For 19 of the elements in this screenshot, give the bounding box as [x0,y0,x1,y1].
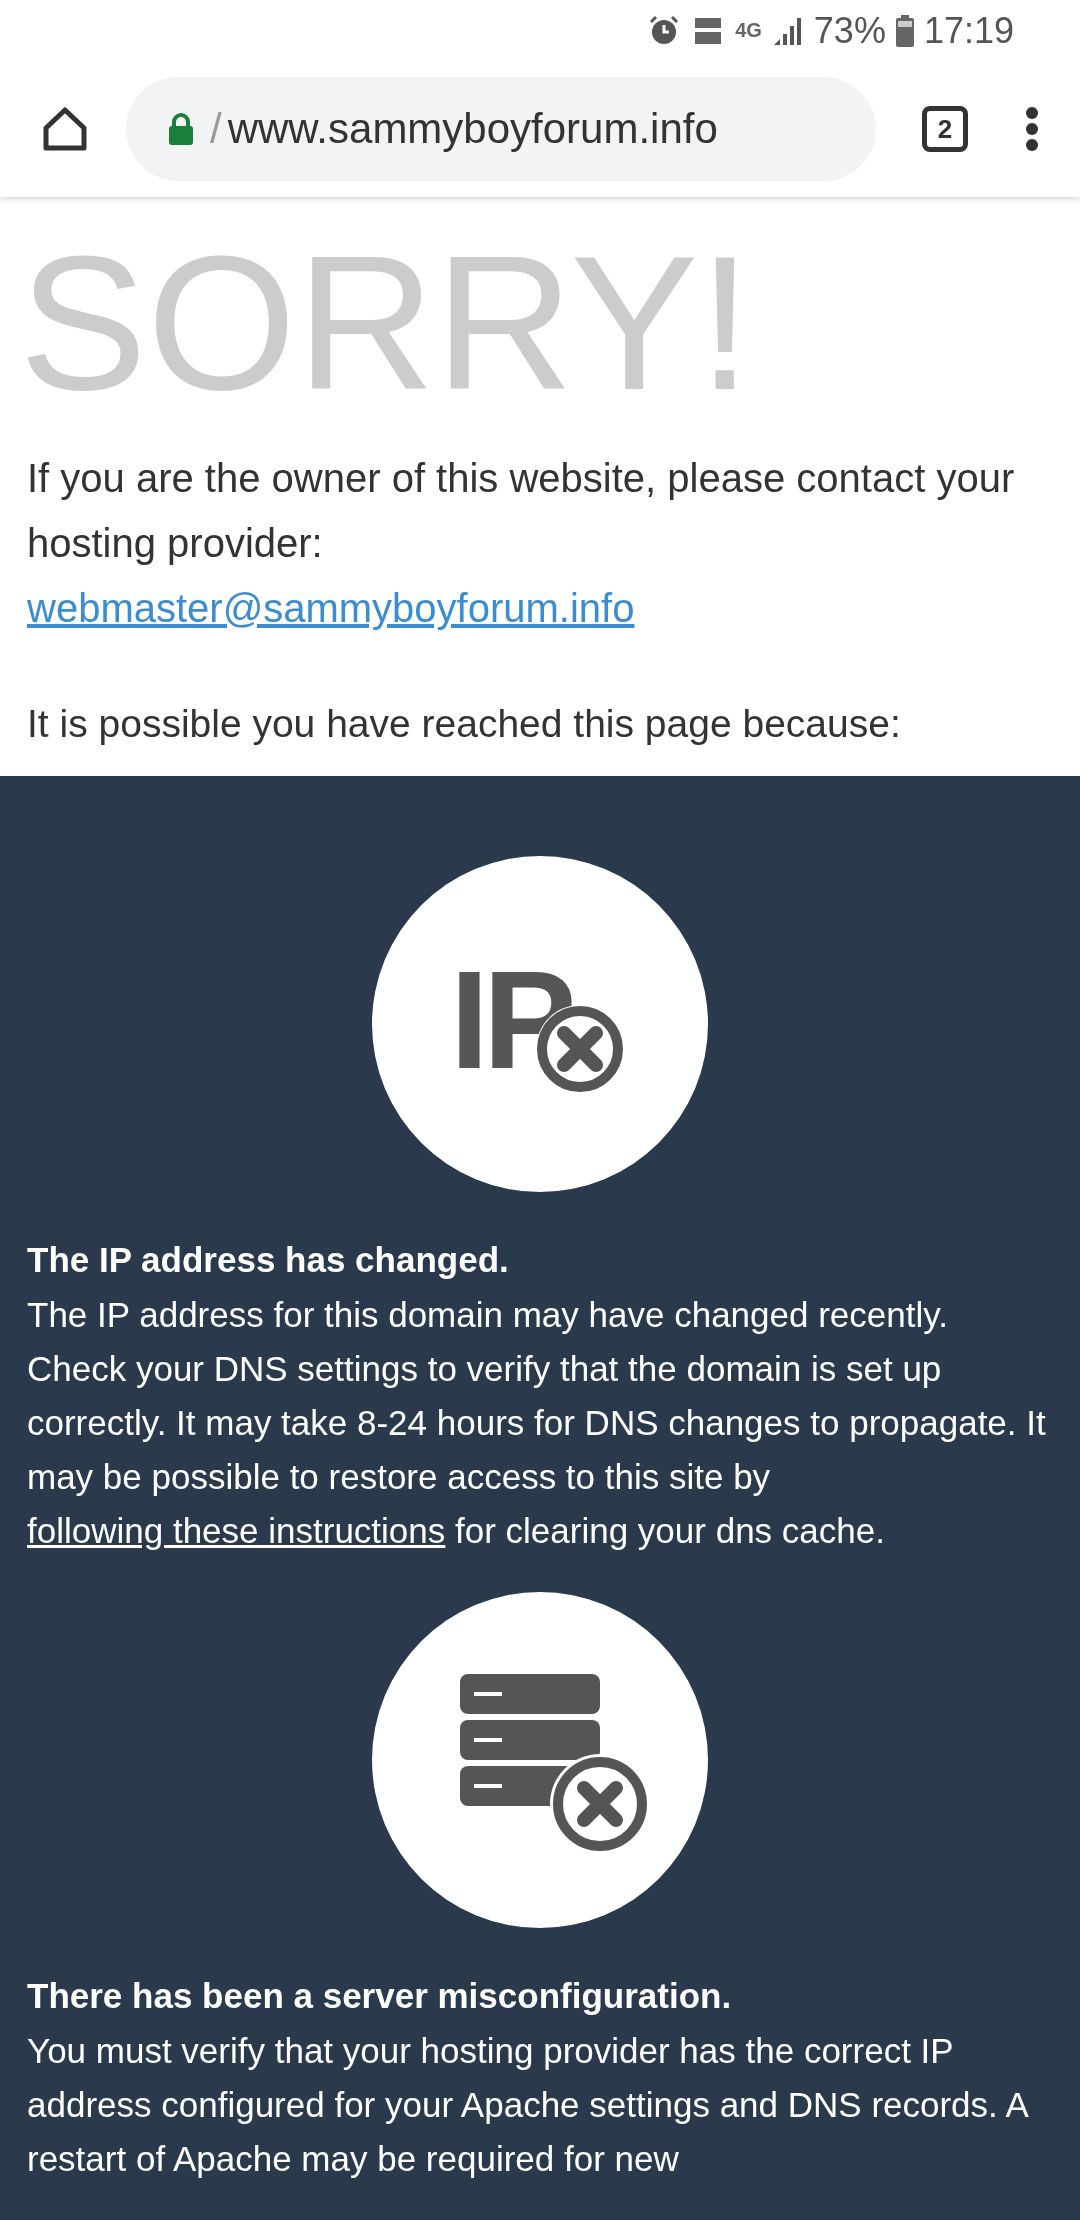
menu-icon[interactable] [1024,105,1040,154]
email-link[interactable]: webmaster@sammyboyforum.info [27,586,635,630]
owner-text: If you are the owner of this website, please contact your hosting provider: [27,456,1015,565]
tab-count-button[interactable]: 2 [922,106,968,153]
address-bar[interactable]: /www.sammyboyforum.info [126,77,876,182]
battery-percent: 73% [813,9,886,52]
server-error-icon [372,1592,708,1928]
clock: 17:19 [923,9,1014,52]
instructions-link[interactable]: following these instructions [27,1511,446,1550]
reason-heading: The IP address has changed. [27,1239,510,1281]
url-text: www.sammyboyforum.info [227,105,718,154]
battery-icon [895,14,914,47]
reason-heading: There has been a server misconfiguration. [27,1975,733,2017]
lock-icon [168,113,194,146]
url-prefix: / [210,105,222,154]
reason-intro: It is possible you have reached this page because: [27,701,902,747]
reason-text: You must verify that your hosting provider has the correct IP address configured for your Apache settings and DNS records. A restart of Apache may be required for new [27,2030,1029,2180]
network-type: 4G [735,19,762,43]
reason-text: The IP address for this domain may have changed recently. Check your DNS settings to verify that the domain is set up correctly. It may take 8-24 hours for DNS changes to propagate. It may be possible to restore access to this site by following these instructions for clearing your dns cache. [27,1294,1047,1552]
